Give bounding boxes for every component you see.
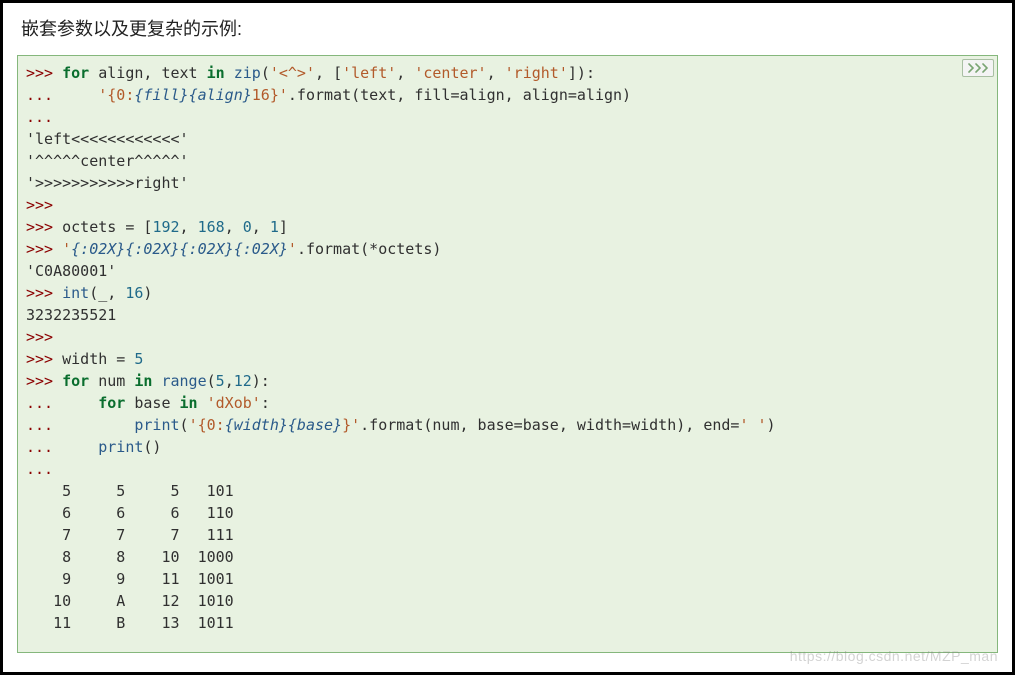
output-row: 7 7 7 111 [26,526,234,544]
builtin-range: range [161,372,206,390]
section-heading: 嵌套参数以及更复杂的示例: [21,15,998,41]
output-line: 'left<<<<<<<<<<<<' [26,130,189,148]
chevrons-right-icon [968,63,988,73]
output-row: 8 8 10 1000 [26,548,234,566]
output-row: 6 6 6 110 [26,504,234,522]
code-content: >>> for align, text in zip('<^>', ['left… [26,62,989,634]
output-row: 9 9 11 1001 [26,570,234,588]
code-example-block: >>> for align, text in zip('<^>', ['left… [17,55,998,653]
output-row: 11 B 13 1011 [26,614,234,632]
page: 嵌套参数以及更复杂的示例: >>> for align, text in zip… [0,0,1015,675]
output-row: 5 5 5 101 [26,482,234,500]
output-line: 'C0A80001' [26,262,116,280]
builtin-print: print [134,416,179,434]
keyword-for: for [62,64,89,82]
prompt: >>> [26,64,53,82]
hide-prompts-button[interactable] [962,59,994,77]
output-line: '>>>>>>>>>>>right' [26,174,189,192]
output-line: '^^^^^center^^^^^' [26,152,189,170]
continuation: ... [26,86,53,104]
output-row: 10 A 12 1010 [26,592,234,610]
builtin-zip: zip [234,64,261,82]
output-line: 3232235521 [26,306,116,324]
keyword-in: in [207,64,225,82]
builtin-int: int [62,284,89,302]
